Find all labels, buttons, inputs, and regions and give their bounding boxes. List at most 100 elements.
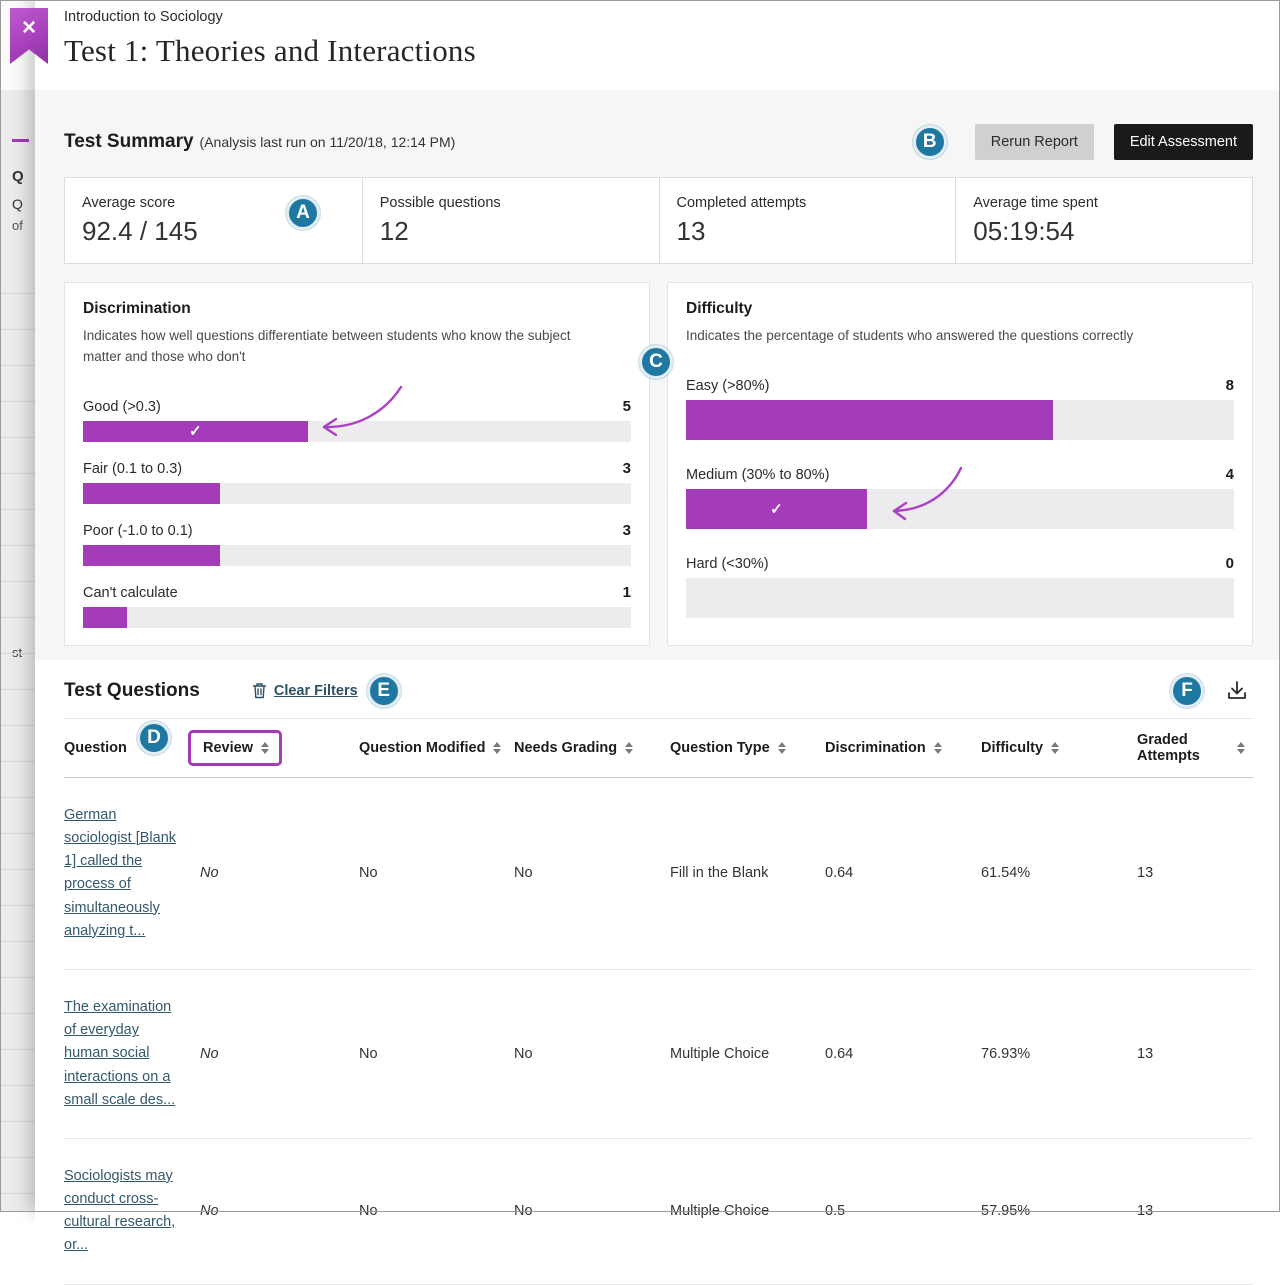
annotation-badge-b: B (913, 125, 947, 159)
test-questions-section: Test Questions Clear Filters E F (35, 660, 1280, 1285)
table-row: The examination of everyday human social… (64, 970, 1253, 1139)
download-icon (1225, 679, 1249, 703)
bar-hard: Hard (<30%) 0 (686, 555, 1234, 618)
cell-needs-grading: No (514, 865, 670, 881)
stat-possible-questions: Possible questions 12 (362, 178, 659, 263)
test-analysis-panel: Introduction to Sociology Test 1: Theori… (35, 0, 1280, 1212)
bar-label: Can't calculate (83, 585, 178, 601)
cell-question-type: Multiple Choice (670, 1046, 825, 1062)
cell-graded-attempts: 13 (1137, 1046, 1253, 1062)
background-text-fragment: of (12, 218, 23, 233)
bar-label: Good (>0.3) (83, 399, 161, 415)
cell-review: No (200, 865, 359, 881)
col-header-difficulty[interactable]: Difficulty (981, 727, 1137, 769)
sort-icon[interactable] (625, 742, 633, 754)
cell-needs-grading: No (514, 1046, 670, 1062)
bar-fill (83, 483, 220, 504)
bar-medium: Medium (30% to 80%) 4 ✓ (686, 466, 1234, 529)
cell-review: No (200, 1046, 359, 1062)
edit-assessment-button[interactable]: Edit Assessment (1114, 124, 1253, 160)
bar-track (83, 545, 631, 566)
bar-label: Medium (30% to 80%) (686, 467, 829, 483)
rerun-report-button[interactable]: Rerun Report (975, 124, 1094, 160)
discrimination-title: Discrimination (83, 300, 631, 318)
bar-count: 1 (623, 584, 631, 601)
annotation-badge-f: F (1170, 674, 1204, 708)
bar-label: Hard (<30%) (686, 556, 769, 572)
bar-count: 0 (1226, 555, 1234, 572)
questions-table: Question Review Question Modified Needs … (64, 718, 1253, 1285)
sort-icon[interactable] (1237, 742, 1245, 754)
annotation-badge-e: E (367, 674, 401, 708)
col-header-graded-attempts[interactable]: Graded Attempts (1137, 719, 1253, 777)
bar-cant-calculate: Can't calculate 1 (83, 584, 631, 628)
stat-label: Possible questions (380, 195, 643, 211)
bar-easy: Easy (>80%) 8 (686, 377, 1234, 440)
bar-fair: Fair (0.1 to 0.3) 3 (83, 460, 631, 504)
col-label: Review (203, 740, 253, 756)
stat-label: Average time spent (973, 195, 1236, 211)
bar-track: ✓ (686, 489, 1234, 529)
col-header-review[interactable]: Review (200, 719, 359, 777)
col-header-question[interactable]: Question (64, 727, 200, 769)
bar-track (686, 400, 1234, 440)
cell-needs-grading: No (514, 1203, 670, 1219)
sort-icon[interactable] (493, 742, 501, 754)
table-row: German sociologist [Blank 1] called the … (64, 778, 1253, 970)
cell-question-modified: No (359, 1046, 514, 1062)
cell-question-type: Multiple Choice (670, 1203, 825, 1219)
col-label: Question Modified (359, 740, 485, 756)
bar-fill (83, 607, 127, 628)
col-header-discrimination[interactable]: Discrimination (825, 727, 981, 769)
cell-question-modified: No (359, 865, 514, 881)
bar-track (83, 607, 631, 628)
background-text-fragment: Q (12, 168, 24, 185)
trash-icon (252, 682, 267, 699)
clear-filters-link[interactable]: Clear Filters (274, 683, 358, 699)
sort-icon[interactable] (778, 742, 786, 754)
panel-header: Introduction to Sociology Test 1: Theori… (35, 0, 1280, 90)
cell-discrimination: 0.64 (825, 865, 981, 881)
col-header-needs-grading[interactable]: Needs Grading (514, 727, 670, 769)
bar-count: 5 (623, 398, 631, 415)
table-header-row: Question Review Question Modified Needs … (64, 718, 1253, 778)
summary-heading-text: Test Summary (64, 131, 194, 152)
stat-value: 13 (677, 216, 940, 247)
question-link[interactable]: The examination of everyday human social… (64, 996, 179, 1112)
bar-count: 4 (1226, 466, 1234, 483)
difficulty-panel: Difficulty Indicates the percentage of s… (667, 282, 1253, 646)
sort-icon[interactable] (934, 742, 942, 754)
bar-count: 3 (623, 522, 631, 539)
question-link[interactable]: German sociologist [Blank 1] called the … (64, 804, 179, 943)
stat-value: 05:19:54 (973, 216, 1236, 247)
cell-discrimination: 0.5 (825, 1203, 981, 1219)
bar-good: Good (>0.3) 5 ✓ (83, 398, 631, 442)
stat-label: Completed attempts (677, 195, 940, 211)
col-header-question-modified[interactable]: Question Modified (359, 727, 514, 769)
download-report-button[interactable] (1221, 675, 1253, 707)
questions-heading: Test Questions (64, 680, 200, 702)
col-label: Question (64, 740, 127, 756)
question-link[interactable]: Sociologists may conduct cross-cultural … (64, 1165, 179, 1258)
sort-icon[interactable] (1051, 742, 1059, 754)
bar-track (83, 483, 631, 504)
bar-track: ✓ (83, 421, 631, 442)
sort-icon[interactable] (261, 742, 269, 754)
cell-review: No (200, 1203, 359, 1219)
check-icon: ✓ (189, 422, 202, 440)
bar-count: 3 (623, 460, 631, 477)
cell-question-modified: No (359, 1203, 514, 1219)
cell-graded-attempts: 13 (1137, 865, 1253, 881)
breadcrumb-course: Introduction to Sociology (64, 8, 1253, 25)
annotation-badge-a: A (286, 196, 320, 230)
col-header-question-type[interactable]: Question Type (670, 727, 825, 769)
bar-fill (686, 400, 1053, 440)
bar-label: Poor (-1.0 to 0.1) (83, 523, 193, 539)
cell-difficulty: 57.95% (981, 1203, 1137, 1219)
bar-count: 8 (1226, 377, 1234, 394)
analysis-last-run: (Analysis last run on 11/20/18, 12:14 PM… (200, 134, 456, 150)
discrimination-description: Indicates how well questions differentia… (83, 326, 593, 368)
difficulty-description: Indicates the percentage of students who… (686, 326, 1196, 347)
col-label: Difficulty (981, 740, 1043, 756)
col-label: Needs Grading (514, 740, 617, 756)
